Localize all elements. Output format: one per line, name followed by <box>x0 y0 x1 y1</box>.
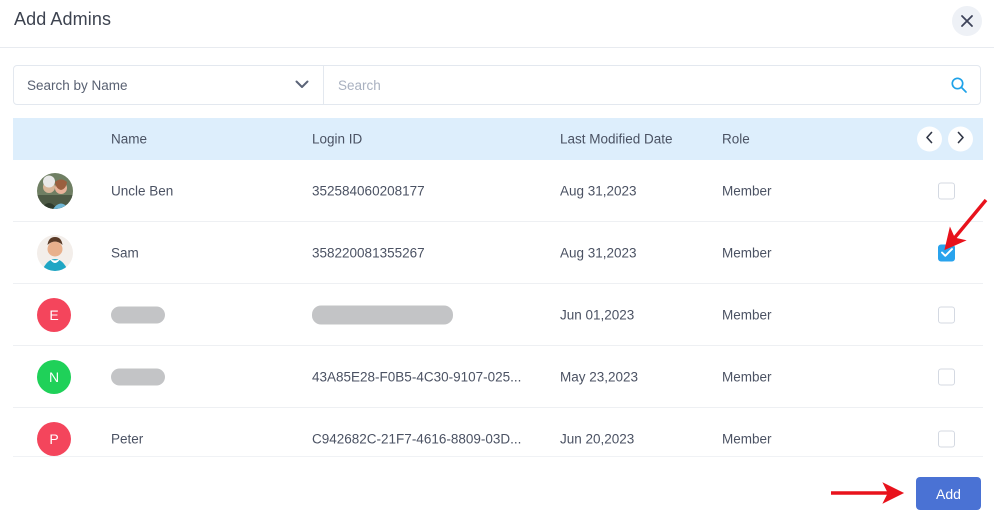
cell-last-modified-date: Aug 31,2023 <box>560 183 637 198</box>
table-row[interactable]: Uncle Ben 352584060208177 Aug 31,2023 Membe… <box>13 160 983 222</box>
cell-role: Member <box>722 431 772 446</box>
row-select-checkbox[interactable] <box>938 244 955 261</box>
page-title: Add Admins <box>14 9 112 29</box>
column-header-login-id: Login ID <box>312 131 363 147</box>
redacted-name <box>111 368 165 385</box>
chevron-right-icon <box>956 130 965 148</box>
cell-login-id: 358220081355267 <box>312 245 425 260</box>
cell-role: Member <box>722 183 772 198</box>
pagination-controls <box>917 126 973 152</box>
cell-name <box>111 306 165 323</box>
cell-name: Uncle Ben <box>111 183 174 198</box>
close-icon <box>960 14 974 28</box>
row-select-checkbox[interactable] <box>938 368 955 385</box>
search-filter-label: Search by Name <box>27 77 128 93</box>
cell-role: Member <box>722 245 772 260</box>
table-row[interactable]: E Jun 01,2023 Member <box>13 284 983 346</box>
table-row[interactable]: N 43A85E28-F0B5-4C30-9107-025... May 23,20… <box>13 346 983 408</box>
row-select-checkbox[interactable] <box>938 306 955 323</box>
column-header-name: Name <box>111 131 148 147</box>
cell-login-id: C942682C-21F7-4616-8809-03D... <box>312 431 522 446</box>
table-body: Uncle Ben 352584060208177 Aug 31,2023 Membe… <box>13 160 983 469</box>
cell-last-modified-date: Aug 31,2023 <box>560 245 637 260</box>
cell-name: Peter <box>111 431 144 446</box>
search-input-wrapper <box>324 66 980 104</box>
cell-name <box>111 368 165 385</box>
avatar: N <box>37 359 71 394</box>
pagination-next-button[interactable] <box>948 126 973 152</box>
cell-last-modified-date: May 23,2023 <box>560 369 639 384</box>
add-button[interactable]: Add <box>916 477 981 510</box>
cell-role: Member <box>722 369 772 384</box>
admins-table: Name Login ID Last Modified Date Role Un… <box>13 118 983 469</box>
cell-last-modified-date: Jun 01,2023 <box>560 307 635 322</box>
cell-name: Sam <box>111 245 139 260</box>
pagination-prev-button[interactable] <box>917 126 942 152</box>
check-icon <box>940 248 953 257</box>
search-filter-select[interactable]: Search by Name <box>14 66 324 104</box>
table-row[interactable]: Sam 358220081355267 Aug 31,2023 Member <box>13 222 983 284</box>
avatar <box>37 234 73 271</box>
dialog-titlebar: Add Admins <box>0 0 994 48</box>
chevron-left-icon <box>925 130 934 148</box>
avatar: P <box>37 421 71 456</box>
cell-login-id <box>312 305 453 324</box>
table-header-row: Name Login ID Last Modified Date Role <box>13 118 983 160</box>
cell-login-id: 352584060208177 <box>312 183 425 198</box>
table-row[interactable]: P Peter C942682C-21F7-4616-8809-03D... Jun … <box>13 408 983 469</box>
close-button[interactable] <box>952 6 982 36</box>
cell-last-modified-date: Jun 20,2023 <box>560 431 635 446</box>
row-select-checkbox[interactable] <box>938 430 955 447</box>
search-icon[interactable] <box>950 76 968 94</box>
redacted-login-id <box>312 305 453 324</box>
column-header-last-modified-date: Last Modified Date <box>560 131 673 147</box>
cell-role: Member <box>722 307 772 322</box>
search-input[interactable] <box>324 66 980 104</box>
row-select-checkbox[interactable] <box>938 182 955 199</box>
avatar: E <box>37 297 71 332</box>
avatar <box>37 172 73 209</box>
chevron-down-icon <box>295 76 309 94</box>
cell-login-id: 43A85E28-F0B5-4C30-9107-025... <box>312 369 522 384</box>
redacted-name <box>111 306 165 323</box>
column-header-role: Role <box>722 131 750 147</box>
footer-divider <box>13 456 983 457</box>
search-bar: Search by Name <box>13 65 981 105</box>
